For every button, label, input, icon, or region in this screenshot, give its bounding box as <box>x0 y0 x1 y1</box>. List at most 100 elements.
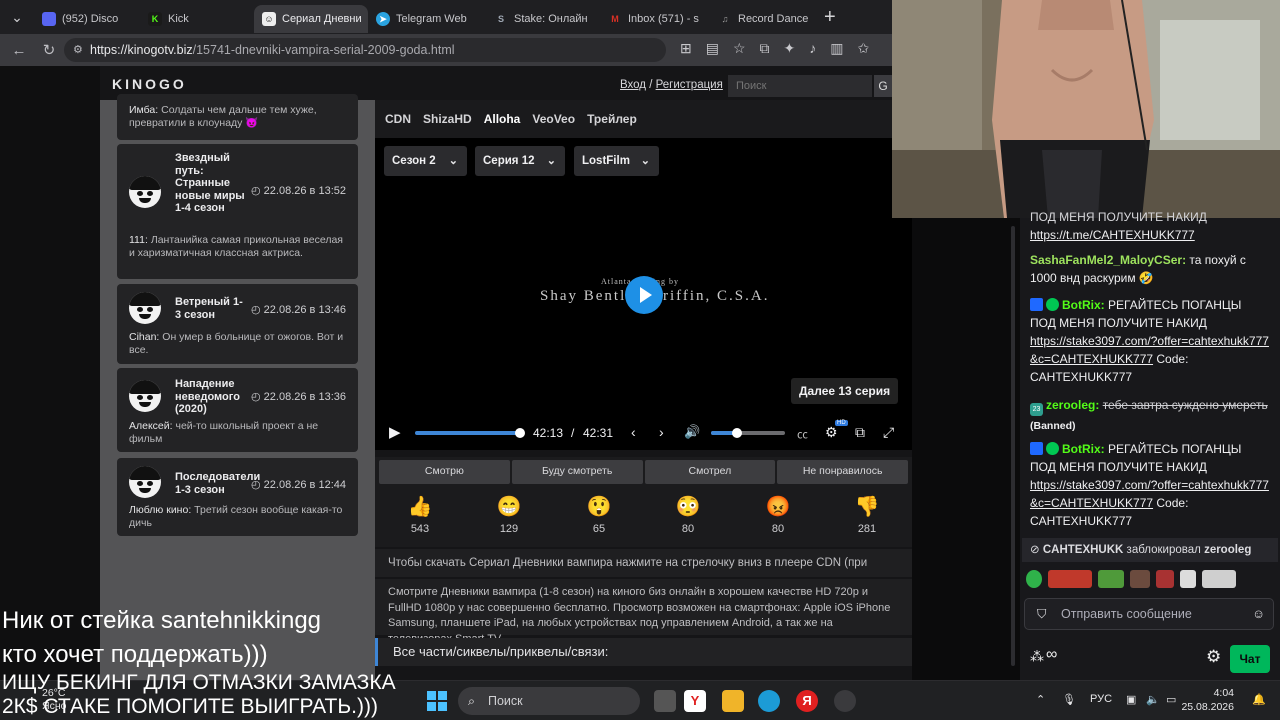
chat-username[interactable]: BotRix: <box>1062 442 1105 456</box>
tab-gmail[interactable]: M Inbox (571) - s <box>600 5 710 33</box>
chat-username[interactable]: BotRix: <box>1062 298 1105 312</box>
emote-icon[interactable] <box>1202 570 1236 588</box>
notifications-icon[interactable]: 🔔 <box>1252 693 1266 706</box>
back-arrow-icon[interactable]: ← <box>4 42 34 59</box>
tab-record-dance[interactable]: ♫ Record Dance <box>710 5 814 33</box>
chat-scrollbar[interactable] <box>1011 226 1015 666</box>
edge-browser-icon[interactable] <box>758 690 780 712</box>
popout-icon[interactable]: ⧉ <box>855 424 865 441</box>
reaction-like[interactable]: 👍 543 <box>400 495 440 535</box>
reaction-angry[interactable]: 😡 80 <box>758 495 798 535</box>
favorites-icon[interactable]: ✩ <box>858 40 870 57</box>
extensions-icon[interactable]: ✦ <box>784 40 796 57</box>
emote-icon[interactable] <box>1156 570 1174 588</box>
windows-start-icon[interactable] <box>425 689 449 713</box>
volume-icon[interactable]: 🔊 <box>684 424 700 440</box>
points-icon[interactable]: ⁂ <box>1030 648 1044 665</box>
prev-episode-icon[interactable]: ‹ <box>631 424 636 440</box>
moderator-name[interactable]: CAHTEXHUKK <box>1043 544 1124 556</box>
next-episode-button[interactable]: Далее 13 серия <box>791 378 899 404</box>
seek-handle[interactable] <box>515 428 526 438</box>
tab-telegram[interactable]: ➤ Telegram Web <box>368 5 486 33</box>
voice-select[interactable]: LostFilm ⌄ <box>574 146 659 176</box>
watching-button[interactable]: Смотрю <box>379 460 510 484</box>
blocked-user-name[interactable]: zerooleg <box>1204 544 1251 556</box>
reaction-laugh[interactable]: 😁 129 <box>489 495 529 535</box>
comment-card[interactable]: Звездный путь: Странные новые миры 1-4 с… <box>117 144 358 279</box>
chat-link[interactable]: https://stake3097.com/?offer=cahtexhukk7… <box>1030 478 1269 510</box>
yandex-browser-icon[interactable]: Y <box>684 690 706 712</box>
will-watch-button[interactable]: Буду смотреть <box>511 460 643 484</box>
comment-card[interactable]: Нападение неведомого (2020) ◴ 22.08.26 в… <box>117 368 358 452</box>
site-logo[interactable]: KINOGO <box>112 76 187 92</box>
reload-icon[interactable]: ↻ <box>34 41 64 59</box>
media-icon[interactable]: ♪ <box>809 40 816 57</box>
site-search-button[interactable]: G <box>874 75 892 97</box>
watched-button[interactable]: Смотрел <box>644 460 776 484</box>
tab-discord[interactable]: (952) Disco <box>34 5 140 33</box>
tab-veoveo[interactable]: VeoVeo <box>527 112 580 126</box>
chat-settings-icon[interactable]: ⚙ <box>1206 647 1221 667</box>
emote-icon[interactable] <box>1130 570 1150 588</box>
season-select[interactable]: Сезон 2 ⌄ <box>384 146 467 176</box>
chat-username[interactable]: zerooleg: <box>1046 398 1099 412</box>
volume-handle[interactable] <box>731 428 742 438</box>
reaction-wow[interactable]: 😲 65 <box>579 495 619 535</box>
next-episode-icon[interactable]: › <box>659 424 664 440</box>
emote-icon[interactable] <box>1180 570 1196 588</box>
taskbar-search[interactable]: ⌕ Поиск <box>458 687 640 715</box>
episode-select[interactable]: Серия 12 ⌄ <box>475 146 565 176</box>
emoji-picker-icon[interactable]: ☺ <box>1252 599 1265 629</box>
volume-slider[interactable] <box>711 431 785 435</box>
tab-kinogo[interactable]: ☺ Сериал Дневни ✕ <box>254 5 368 33</box>
comment-card[interactable]: Последователи 1-3 сезон ◴ 22.08.26 в 12:… <box>117 458 358 536</box>
chat-message-input[interactable]: ⛉ Отправить сообщение ☺ <box>1024 598 1274 630</box>
file-explorer-icon[interactable] <box>722 690 744 712</box>
chat-link[interactable]: https://t.me/CAHTEXHUKK777 <box>1030 228 1195 242</box>
system-clock[interactable]: 4:04 25.08.2026 <box>1181 686 1234 714</box>
tab-shizahd[interactable]: ShizaHD <box>418 112 477 126</box>
send-chat-button[interactable]: Чат <box>1230 645 1270 673</box>
task-view-icon[interactable] <box>654 690 676 712</box>
language-indicator[interactable]: РУС <box>1090 693 1112 705</box>
chat-username[interactable]: SashaFanMel2_MaloyCSer: <box>1030 253 1186 267</box>
settings-gear-icon[interactable]: ⚙ <box>825 424 838 441</box>
tab-kick[interactable]: K Kick <box>140 5 254 33</box>
tab-alloha[interactable]: Alloha <box>479 112 526 126</box>
network-icon[interactable]: ▣ <box>1126 693 1136 706</box>
comment-card[interactable]: Ветреный 1-3 сезон ◴ 22.08.26 в 13:46 Ci… <box>117 284 358 364</box>
login-link[interactable]: Вход <box>620 79 646 91</box>
comment-card[interactable]: Имба: Солдаты чем дальше тем хуже, превр… <box>117 94 358 140</box>
site-info-icon[interactable]: ⚙ <box>73 38 83 62</box>
comment-title[interactable]: Нападение неведомого (2020) <box>175 378 245 416</box>
favorite-star-icon[interactable]: ☆ <box>733 40 746 57</box>
site-search-input[interactable] <box>728 75 872 97</box>
microphone-icon[interactable]: 🎙 <box>1062 693 1076 706</box>
reading-mode-icon[interactable]: ▤ <box>706 40 719 57</box>
address-bar[interactable]: ⚙ https://kinogotv.biz/15741-dnevniki-va… <box>64 38 666 62</box>
emote-icon[interactable] <box>1098 570 1124 588</box>
related-parts-heading[interactable]: Все части/сиквелы/приквелы/связи: <box>375 638 912 666</box>
split-screen-icon[interactable]: ⊞ <box>680 40 692 57</box>
emote-icon[interactable] <box>1026 570 1042 588</box>
comment-title[interactable]: Звездный путь: Странные новые миры 1-4 с… <box>175 152 245 215</box>
split-tab-icon[interactable]: ▥ <box>830 40 843 57</box>
big-play-button[interactable] <box>625 276 663 314</box>
obs-icon[interactable] <box>834 690 856 712</box>
screenshot-icon[interactable]: ⧉ <box>760 40 770 57</box>
tab-stake[interactable]: S Stake: Онлайн <box>486 5 600 33</box>
chat-link[interactable]: https://stake3097.com/?offer=cahtexhukk7… <box>1030 334 1269 366</box>
subtitles-icon[interactable]: ㏄ <box>797 426 808 442</box>
disliked-button[interactable]: Не понравилось <box>777 460 908 484</box>
volume-tray-icon[interactable]: 🔈 <box>1146 693 1160 706</box>
emote-icon[interactable] <box>1048 570 1092 588</box>
new-tab-icon[interactable]: + <box>824 6 836 29</box>
seek-bar[interactable] <box>415 431 521 435</box>
yandex-icon[interactable]: Я <box>796 690 818 712</box>
register-link[interactable]: Регистрация <box>656 79 723 91</box>
comment-title[interactable]: Ветреный 1-3 сезон <box>175 296 245 321</box>
fullscreen-icon[interactable]: ⤢ <box>883 424 894 441</box>
tray-chevron-icon[interactable]: ⌃ <box>1036 693 1045 706</box>
reaction-embarrassed[interactable]: 😳 80 <box>668 495 708 535</box>
tab-actions-menu[interactable]: ⌄ <box>0 0 34 34</box>
